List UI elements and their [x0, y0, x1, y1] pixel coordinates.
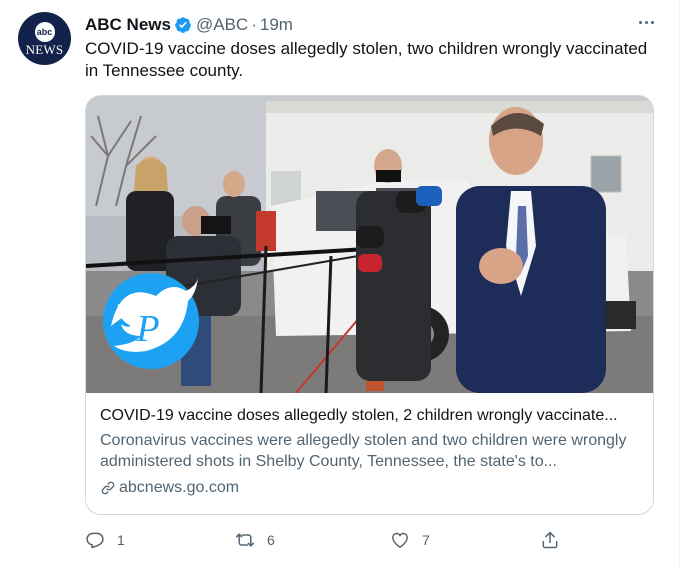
like-count: 7 [422, 532, 430, 548]
tweet-actions: 1 6 7 [85, 528, 665, 552]
abc-logo: abc [34, 21, 55, 42]
avatar[interactable]: abc NEWS [18, 12, 71, 65]
reply-icon [86, 532, 104, 549]
account-handle[interactable]: @ABC [196, 15, 248, 35]
tweet-text: COVID-19 vaccine doses allegedly stolen,… [85, 39, 648, 80]
share-icon [542, 531, 558, 549]
card-title[interactable]: COVID-19 vaccine doses allegedly stolen,… [100, 405, 645, 426]
svg-text:P: P [135, 308, 159, 350]
reply-count: 1 [117, 532, 125, 548]
twitter-bird-icon: P [103, 273, 199, 369]
heart-icon [392, 532, 408, 548]
share-button[interactable] [540, 528, 560, 552]
retweet-icon [235, 533, 255, 547]
more-icon[interactable] [633, 12, 659, 32]
like-button[interactable]: 7 [390, 528, 430, 552]
verified-badge-icon [175, 17, 191, 33]
avatar-news-label: NEWS [25, 41, 64, 57]
link-card[interactable]: P COVID-19 vaccine doses allegedly stole… [85, 95, 654, 515]
card-description: Coronavirus vaccines were allegedly stol… [100, 432, 627, 470]
timestamp[interactable]: 19m [260, 15, 293, 35]
card-domain-text: abcnews.go.com [119, 479, 240, 496]
separator-dot: · [251, 15, 257, 34]
reply-button[interactable]: 1 [85, 528, 125, 552]
card-domain: abcnews.go.com [100, 478, 645, 498]
news-photo: P [86, 96, 653, 393]
tweet-header: ABC News @ABC · 19m [85, 14, 293, 36]
retweet-count: 6 [267, 532, 275, 548]
card-body: COVID-19 vaccine doses allegedly stolen,… [100, 405, 645, 498]
link-icon [101, 481, 115, 495]
tweet[interactable]: abc NEWS ABC News @ABC · 19m COVID-19 va… [0, 0, 680, 566]
retweet-button[interactable]: 6 [235, 528, 275, 552]
account-name[interactable]: ABC News [85, 15, 171, 35]
